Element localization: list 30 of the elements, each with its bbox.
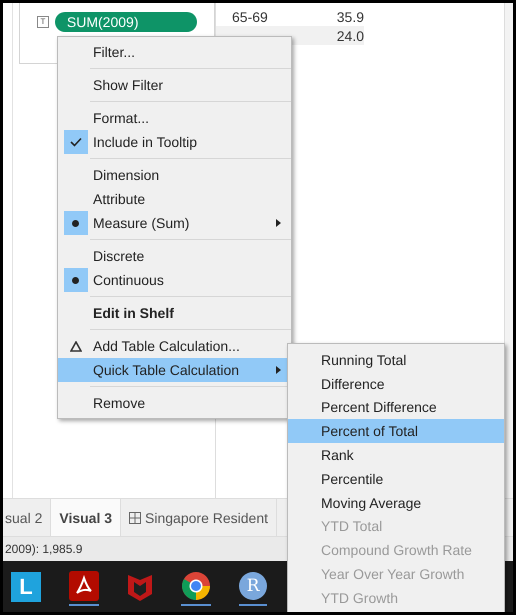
- grid-icon: [129, 512, 142, 524]
- submenu-item[interactable]: Rank: [288, 443, 504, 467]
- menu-item[interactable]: Measure (Sum): [58, 211, 291, 235]
- submenu-item[interactable]: Percent of Total: [288, 419, 504, 444]
- menu-item[interactable]: Add Table Calculation...: [58, 334, 291, 358]
- menu-item[interactable]: Attribute: [58, 187, 291, 211]
- measure-pill[interactable]: SUM(2009): [54, 12, 197, 32]
- menu-item[interactable]: Remove: [58, 391, 291, 415]
- submenu-item[interactable]: Difference: [288, 372, 504, 396]
- submenu-item[interactable]: Percentile: [288, 466, 504, 491]
- menu-item[interactable]: Edit in Shelf: [58, 301, 291, 325]
- menu-item[interactable]: Include in Tooltip: [58, 130, 291, 154]
- submenu-item[interactable]: Running Total: [288, 348, 504, 372]
- status-text: 2009): 1,985.9: [5, 542, 82, 556]
- menu-item[interactable]: Continuous: [58, 268, 291, 292]
- submenu-arrow-icon: [276, 366, 281, 374]
- text-mark-icon: T: [36, 16, 49, 28]
- menu-item[interactable]: Dimension: [58, 163, 291, 187]
- submenu-item[interactable]: Moving Average: [288, 490, 504, 515]
- submenu-item[interactable]: Percent Difference: [288, 396, 504, 420]
- menu-item[interactable]: Show Filter: [58, 73, 291, 97]
- row-label: 65-69: [232, 8, 268, 24]
- table-value: 35.9: [336, 8, 364, 24]
- menu-item[interactable]: Filter...: [58, 40, 291, 64]
- delta-icon: [70, 340, 82, 352]
- submenu-arrow-icon: [276, 219, 281, 227]
- menu-item[interactable]: Format...: [58, 106, 291, 130]
- menu-item[interactable]: Discrete: [58, 244, 291, 268]
- table-value: 24.0: [336, 28, 364, 44]
- sheet-tab[interactable]: Visual 3: [51, 499, 122, 536]
